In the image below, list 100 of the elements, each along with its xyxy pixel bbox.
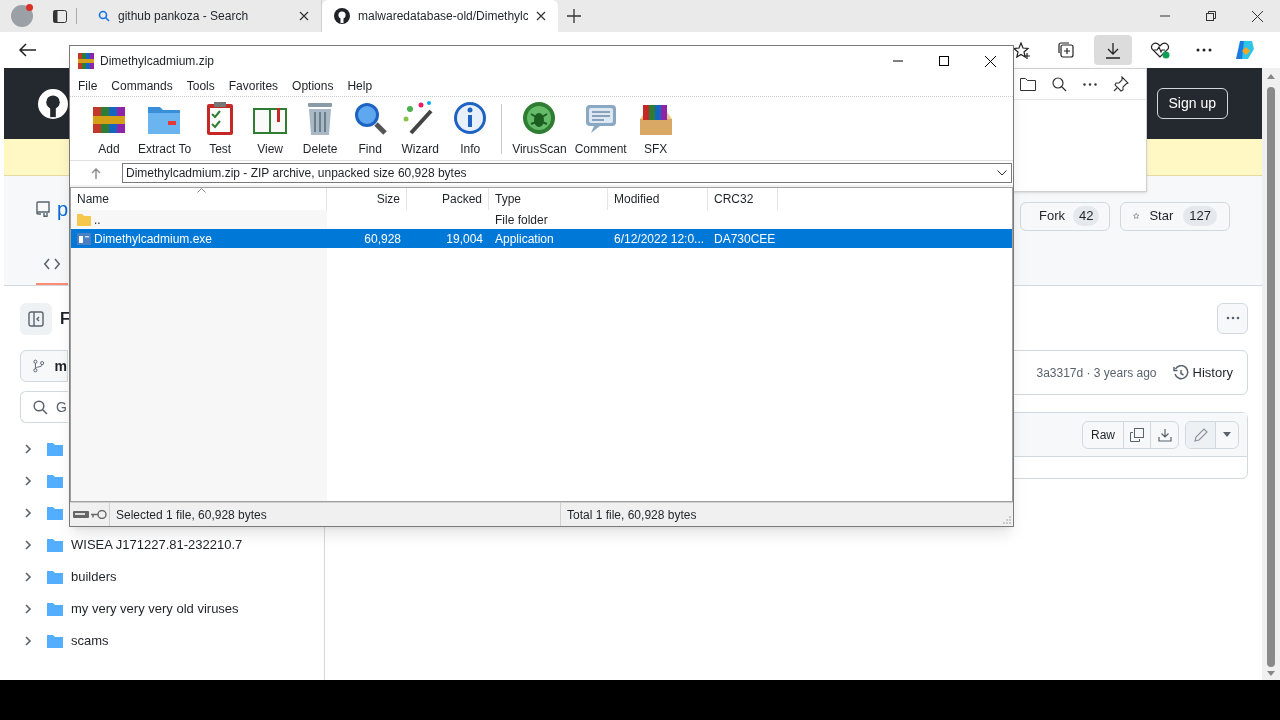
table-cell-text: 6/12/2022 12:0... <box>614 230 705 248</box>
folder-icon <box>47 570 63 584</box>
menu-item[interactable]: Favorites <box>221 77 286 95</box>
toolbar-button[interactable]: Add <box>84 99 134 158</box>
close-icon[interactable] <box>299 11 309 21</box>
toolbar-button[interactable]: Comment <box>570 99 631 158</box>
toolbar-button[interactable]: View <box>245 99 296 158</box>
copilot-icon[interactable] <box>1234 39 1256 61</box>
folder-name[interactable]: WISEA J171227.81-232210.7 <box>71 535 243 555</box>
resize-grip-icon[interactable] <box>1003 516 1011 524</box>
fork-count: 42 <box>1073 206 1100 226</box>
more-icon[interactable] <box>1083 82 1097 86</box>
copy-icon <box>1130 427 1144 442</box>
pencil-icon <box>1193 427 1208 442</box>
download-icon[interactable] <box>1105 41 1121 59</box>
close-icon[interactable] <box>984 55 996 67</box>
menu-item[interactable]: Options <box>285 77 341 95</box>
file-row[interactable]: Dimethylcadmium.exe 60,928 19,004 Application 6/12/2022 12:0... DA730CEE <box>71 229 1012 248</box>
sidebar-toggle-button[interactable] <box>20 303 52 335</box>
star-count: 127 <box>1183 206 1217 226</box>
chevron-icon[interactable] <box>23 444 33 454</box>
chevron-icon[interactable] <box>23 508 33 518</box>
toolbar-button[interactable]: Find <box>345 99 396 158</box>
new-tab-icon[interactable] <box>567 9 581 23</box>
folder-name[interactable]: my very very very old viruses <box>71 599 239 619</box>
archive-icon <box>78 53 94 69</box>
pin-icon[interactable] <box>1113 76 1129 92</box>
edit-button[interactable] <box>1186 421 1216 448</box>
scroll-up-icon[interactable] <box>1267 74 1275 79</box>
table-cell-text: 19,004 <box>446 230 483 248</box>
toolbar-button[interactable]: SFX <box>630 99 681 158</box>
favorites-icon[interactable] <box>1013 41 1031 59</box>
chevron-icon[interactable] <box>23 604 33 614</box>
dropdown-icon <box>997 170 1007 176</box>
close-icon[interactable] <box>1251 10 1263 22</box>
toolbar-button[interactable]: VirusScan <box>508 99 571 158</box>
maximize-icon[interactable] <box>939 56 949 66</box>
sign-up-button[interactable]: Sign up <box>1156 88 1228 119</box>
search-icon <box>33 399 48 415</box>
heartbeat-icon[interactable] <box>1150 41 1170 59</box>
sidebar-icon <box>28 311 44 327</box>
browser-tab[interactable]: malwaredatabase-old/Dimethylc <box>322 0 558 32</box>
history-icon <box>1172 364 1189 381</box>
drive-icon <box>72 511 89 518</box>
chevron-icon[interactable] <box>23 572 33 582</box>
up-arrow-icon[interactable] <box>91 167 101 179</box>
commit-info[interactable]: 3a3317d · 3 years ago <box>1036 363 1157 382</box>
application-icon <box>77 232 91 245</box>
go-to-file-field[interactable]: G <box>20 391 68 423</box>
status-text: Selected 1 file, 60,928 bytes <box>115 506 268 524</box>
restore-icon[interactable] <box>1206 11 1216 21</box>
folder-icon <box>47 442 63 456</box>
scroll-down-icon[interactable] <box>1267 671 1275 676</box>
toolbar-button[interactable]: Extract To <box>134 99 196 158</box>
repository-name[interactable]: p <box>57 197 69 221</box>
tab-actions-icon[interactable] <box>53 9 67 23</box>
menu-item[interactable]: File <box>71 77 105 95</box>
folder-icon <box>47 506 63 520</box>
toolbar-button[interactable]: Wizard <box>395 99 446 158</box>
file-row[interactable]: .. File folder <box>71 210 1012 229</box>
folder-name[interactable]: builders <box>71 567 117 587</box>
key-icon <box>90 510 107 519</box>
search-icon[interactable] <box>1052 76 1067 92</box>
menu-item[interactable]: Tools <box>179 77 222 95</box>
toolbar-button[interactable]: Test <box>195 99 246 158</box>
chevron-icon[interactable] <box>23 636 33 646</box>
table-cell-text: 60,928 <box>364 230 401 248</box>
tab-title: malwaredatabase-old/Dimethylc <box>358 8 528 25</box>
back-arrow-icon[interactable] <box>18 43 36 57</box>
chevron-icon[interactable] <box>23 476 33 486</box>
fork-button[interactable]: Fork 42 <box>1020 201 1110 231</box>
toolbar-button[interactable]: Delete <box>295 99 346 158</box>
github-logo-icon[interactable] <box>38 88 68 119</box>
star-label: Star <box>1149 207 1174 226</box>
more-icon[interactable] <box>1196 48 1212 52</box>
folder-icon[interactable] <box>1020 77 1036 91</box>
chevron-icon[interactable] <box>23 540 33 550</box>
history-link[interactable]: History <box>1172 362 1233 383</box>
files-heading: F <box>60 309 70 329</box>
close-icon[interactable] <box>536 11 546 21</box>
tab-title: github pankoza - Search <box>118 8 250 25</box>
collections-icon[interactable] <box>1057 41 1075 59</box>
scrollbar[interactable] <box>1262 68 1280 680</box>
toolbar-button[interactable]: Info <box>445 99 496 158</box>
menu-item[interactable]: Commands <box>104 77 180 95</box>
branch-icon <box>33 359 45 373</box>
github-logo-icon <box>334 8 350 24</box>
branch-button[interactable]: m <box>20 350 68 382</box>
profile-avatar[interactable] <box>11 5 33 27</box>
folder-icon <box>47 602 63 616</box>
folder-icon <box>47 474 63 488</box>
status-text: Total 1 file, 60,928 bytes <box>566 506 698 524</box>
star-button[interactable]: Star 127 <box>1120 201 1230 231</box>
fork-label: Fork <box>1039 207 1065 226</box>
path-field[interactable]: Dimethylcadmium.zip - ZIP archive, unpacked size 60,928 bytes <box>122 163 1012 183</box>
download-icon <box>1157 427 1172 442</box>
search-icon <box>98 10 110 22</box>
folder-name[interactable]: scams <box>71 631 109 651</box>
menu-item[interactable]: Help <box>340 77 380 95</box>
window-title: Dimethylcadmium.zip <box>100 53 215 70</box>
